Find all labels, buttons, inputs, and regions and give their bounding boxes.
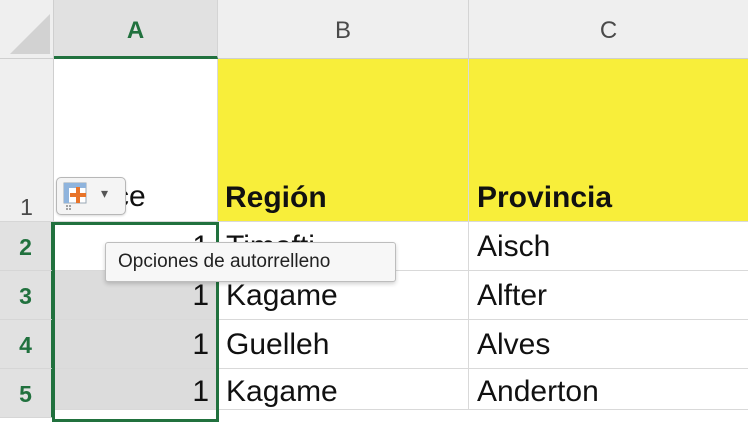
chevron-down-icon: ▾ xyxy=(101,186,109,202)
cell-b4[interactable]: Guelleh xyxy=(218,320,469,369)
column-header-a[interactable]: A xyxy=(54,0,218,59)
autofill-options-button[interactable]: ▾ xyxy=(56,177,126,215)
column-header-b[interactable]: B xyxy=(218,0,469,59)
cell-c3[interactable]: Alfter xyxy=(469,271,748,320)
column-header-c[interactable]: C xyxy=(469,0,748,59)
cell-b5[interactable]: Kagame xyxy=(218,369,469,410)
autofill-options-icon xyxy=(63,182,87,210)
cell-c2[interactable]: Aisch xyxy=(469,222,748,271)
select-all-corner[interactable] xyxy=(0,0,54,59)
row-header-5[interactable]: 5 xyxy=(0,369,54,418)
row-header-1[interactable]: 1 xyxy=(0,59,54,222)
autofill-tooltip: Opciones de autorrelleno xyxy=(105,242,396,282)
cell-a4[interactable]: 1 xyxy=(54,320,218,369)
cell-c1[interactable]: Provincia xyxy=(469,59,748,222)
select-all-triangle xyxy=(10,14,50,54)
cell-c1-text: Provincia xyxy=(477,181,613,214)
row-header-2[interactable]: 2 xyxy=(0,222,54,271)
cell-b1-text: Región xyxy=(225,181,327,214)
row-header-3[interactable]: 3 xyxy=(0,271,54,320)
row-header-4[interactable]: 4 xyxy=(0,320,54,369)
cell-b1[interactable]: Región xyxy=(218,59,469,222)
cell-a5[interactable]: 1 xyxy=(54,369,218,410)
cell-c5[interactable]: Anderton xyxy=(469,369,748,410)
cell-c4[interactable]: Alves xyxy=(469,320,748,369)
